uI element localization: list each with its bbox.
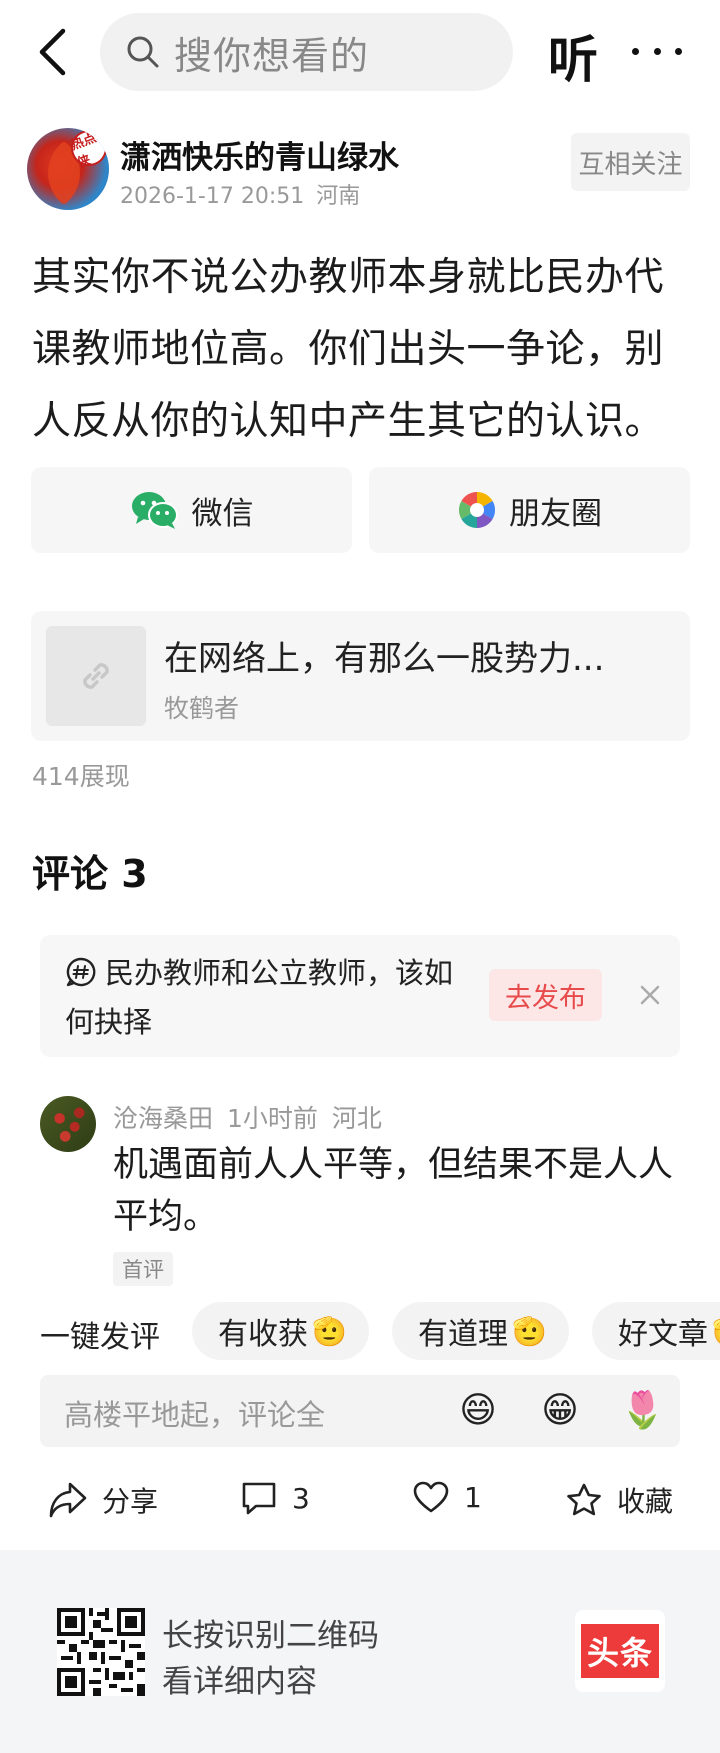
salute-emoji-icon: 🫡 xyxy=(712,1315,720,1348)
logo-text: 头条 xyxy=(580,1624,659,1678)
more-dot-icon xyxy=(653,47,661,55)
toutiao-logo: 头条 xyxy=(575,1610,665,1692)
link-thumbnail xyxy=(46,626,146,726)
quick-reply-chip[interactable]: 有道理 🫡 xyxy=(392,1302,569,1360)
comment-count: 3 xyxy=(292,1481,310,1515)
favorite-button[interactable]: 收藏 xyxy=(565,1480,673,1520)
search-input[interactable]: 搜你想看的 xyxy=(100,13,513,91)
quick-reply-row: 一键发评 有收获🫡 有道理🫡 好文章🫡 xyxy=(40,1302,720,1360)
post-text: 其实你不说公办教师本身就比民办代课教师地位高。你们出头一争论，别人反从你的认知中… xyxy=(32,255,665,444)
more-options-button[interactable] xyxy=(632,34,682,68)
favorite-label: 收藏 xyxy=(617,1485,674,1518)
linked-article-author: 牧鹤者 xyxy=(164,694,240,723)
hashtag-bubble-icon xyxy=(65,956,97,1000)
qr-code-icon[interactable] xyxy=(57,1608,145,1696)
like-button[interactable]: 1 xyxy=(412,1480,482,1514)
more-dot-icon xyxy=(632,47,639,55)
tulip-emoji-icon[interactable]: 🌷 xyxy=(620,1389,665,1433)
footer-qr-banner: 长按识别二维码 看详细内容 头条 xyxy=(0,1550,720,1753)
laughing-emoji-icon[interactable]: 😄 xyxy=(456,1389,500,1433)
moments-icon xyxy=(457,490,497,530)
quick-reply-label: 一键发评 xyxy=(40,1320,160,1355)
comment-input-placeholder: 高楼平地起，评论全 xyxy=(64,1398,326,1432)
close-icon xyxy=(640,985,660,1005)
impressions-count: 414展现 xyxy=(32,762,130,791)
quick-reply-chip[interactable]: 好文章🫡 xyxy=(592,1302,720,1360)
publish-topic-button[interactable]: 去发布 xyxy=(489,969,602,1021)
linked-article-title: 在网络上，有那么一股势力... xyxy=(164,639,605,679)
star-icon xyxy=(567,1483,601,1516)
comment-button[interactable]: 3 xyxy=(240,1480,310,1516)
comment-bubble-icon xyxy=(242,1482,276,1515)
chip-label: 好文章 xyxy=(618,1317,708,1352)
share-wechat-button[interactable]: 微信 xyxy=(31,467,352,553)
share-button[interactable]: 分享 xyxy=(48,1480,158,1520)
author-avatar[interactable]: 热点侠 xyxy=(27,128,109,210)
search-icon xyxy=(127,36,159,68)
comment-input[interactable]: 高楼平地起，评论全 😄 😁 🌷 xyxy=(40,1375,680,1447)
like-count: 1 xyxy=(464,1480,482,1514)
post-date: 2026-1-17 20:51 xyxy=(120,184,305,209)
topic-text-wrap[interactable]: 民办教师和公立教师，该如何抉择 xyxy=(65,951,465,1044)
topic-suggestion-card: 民办教师和公立教师，该如何抉择 去发布 xyxy=(40,935,680,1057)
share-row: 微信 朋友圈 xyxy=(31,467,690,553)
author-meta: 2026-1-17 20:51 河南 xyxy=(120,178,360,210)
listen-button[interactable]: 听 xyxy=(548,20,598,92)
salute-emoji-icon: 🫡 xyxy=(312,1314,347,1348)
more-dot-icon xyxy=(675,47,682,55)
chip-label: 有收获 xyxy=(218,1317,308,1352)
share-moments-button[interactable]: 朋友圈 xyxy=(369,467,690,553)
share-wechat-label: 微信 xyxy=(191,495,254,532)
chevron-left-icon xyxy=(39,28,66,76)
comment-meta: 沧海桑田 1小时前 河北 xyxy=(113,1099,382,1135)
author-name[interactable]: 潇洒快乐的青山绿水 xyxy=(120,132,399,177)
share-arrow-icon xyxy=(49,1482,87,1518)
qr-hint-line2: 看详细内容 xyxy=(162,1664,317,1700)
commenter-avatar[interactable] xyxy=(40,1096,96,1152)
post-location: 河南 xyxy=(316,184,361,209)
link-icon xyxy=(83,663,109,689)
action-bar: 分享 3 1 收藏 xyxy=(0,1468,720,1538)
commenter-name[interactable]: 沧海桑田 xyxy=(113,1104,213,1133)
grinning-emoji-icon[interactable]: 😁 xyxy=(538,1389,582,1433)
wechat-icon xyxy=(130,489,180,531)
share-label: 分享 xyxy=(102,1485,159,1518)
topic-text: 民办教师和公立教师，该如何抉择 xyxy=(65,956,454,1039)
follow-button[interactable]: 互相关注 xyxy=(571,133,690,191)
qr-hint-line1: 长按识别二维码 xyxy=(162,1618,379,1654)
search-placeholder: 搜你想看的 xyxy=(174,33,370,78)
linked-article-card[interactable]: 在网络上，有那么一股势力... 牧鹤者 xyxy=(31,611,690,741)
first-comment-badge: 首评 xyxy=(113,1252,173,1286)
back-button[interactable] xyxy=(30,24,74,80)
share-moments-label: 朋友圈 xyxy=(509,495,602,532)
top-bar: 搜你想看的 听 xyxy=(0,0,720,104)
salute-emoji-icon: 🫡 xyxy=(512,1314,547,1348)
quick-reply-chip[interactable]: 有收获 🫡 xyxy=(192,1302,369,1360)
comments-heading: 评论 3 xyxy=(32,852,148,896)
comment-text: 机遇面前人人平等，但结果不是人人平均。 xyxy=(113,1145,674,1237)
heart-icon xyxy=(413,1481,449,1513)
comment-location: 河北 xyxy=(331,1104,382,1133)
chip-label: 有道理 xyxy=(418,1317,508,1352)
comment-time: 1小时前 xyxy=(227,1104,318,1133)
close-topic-button[interactable] xyxy=(630,975,670,1015)
